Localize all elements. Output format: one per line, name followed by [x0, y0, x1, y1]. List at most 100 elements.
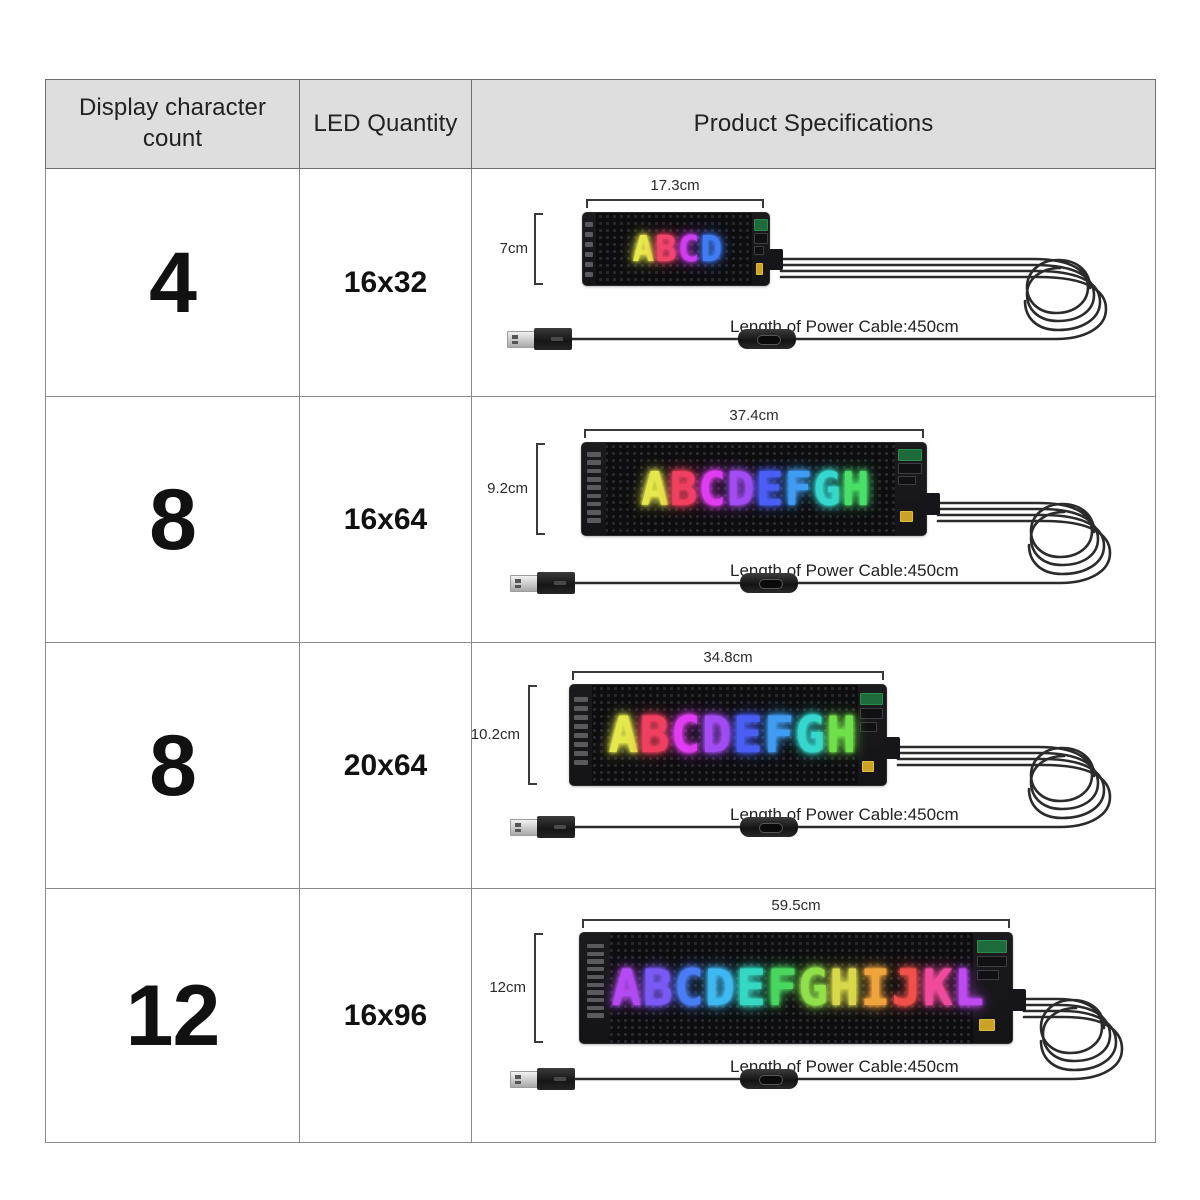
led-character: E	[732, 706, 764, 764]
cell-led-quantity: 16x64	[299, 396, 472, 643]
inline-power-switch[interactable]	[740, 573, 798, 593]
led-character: G	[794, 706, 827, 764]
character-count-value: 12	[125, 967, 221, 1064]
column-header-display-character-count: Display character count	[45, 79, 300, 169]
product-specification-table: Display character count LED Quantity Pro…	[45, 79, 1156, 1143]
inline-power-switch[interactable]	[738, 329, 796, 349]
led-display-board: ABCD	[583, 213, 769, 285]
character-count-value: 8	[149, 717, 197, 814]
cell-led-quantity: 16x96	[299, 888, 472, 1143]
led-character: F	[767, 959, 799, 1017]
led-character: K	[922, 959, 954, 1017]
board-right-edge	[895, 443, 926, 535]
usb-plug-body	[534, 328, 572, 350]
led-character: C	[698, 462, 728, 516]
product-illustration: 17.3cm 7cm A B C D Length of Power Cable…	[473, 170, 1155, 396]
led-character: D	[704, 959, 736, 1017]
usb-connector	[507, 328, 572, 350]
led-character: F	[763, 706, 795, 764]
board-power-connector	[1008, 989, 1026, 1011]
led-quantity-value: 20x64	[343, 748, 428, 782]
led-character: B	[639, 706, 671, 764]
board-power-connector	[922, 493, 940, 515]
board-power-connector	[882, 737, 900, 759]
usb-metal-tip	[510, 818, 538, 836]
led-character: J	[891, 959, 923, 1017]
usb-metal-tip	[510, 1070, 538, 1088]
board-left-edge	[580, 933, 611, 1043]
usb-connector	[510, 572, 575, 594]
inline-power-switch[interactable]	[740, 1069, 798, 1089]
led-character: C	[677, 228, 701, 270]
product-illustration: 59.5cm 12cm A B C D E F G H I J K L Leng…	[473, 890, 1155, 1142]
cell-character-count: 8	[45, 642, 300, 889]
led-character: F	[784, 462, 814, 516]
led-character: A	[632, 228, 656, 270]
led-character: E	[735, 959, 768, 1017]
cell-product-specification: 37.4cm 9.2cm A B C D E F G H Length of P…	[471, 396, 1156, 643]
cell-product-specification: 34.8cm 10.2cm A B C D E F G H Length of …	[471, 642, 1156, 889]
character-count-value: 4	[149, 234, 197, 331]
led-character: B	[669, 462, 699, 516]
led-display-text: ABCDEFGH	[623, 443, 888, 535]
cell-led-quantity: 16x32	[299, 168, 472, 397]
table-row: 12 16x96 59.5cm 12cm A B C D E F G H I J…	[45, 888, 1156, 1143]
led-display-board: ABCDEFGH	[582, 443, 926, 535]
led-character: H	[826, 706, 858, 764]
inline-power-switch[interactable]	[740, 817, 798, 837]
usb-plug-body	[537, 816, 575, 838]
product-illustration: 37.4cm 9.2cm A B C D E F G H Length of P…	[473, 398, 1155, 642]
led-display-board: ABCDEFGHIJKL	[580, 933, 1012, 1043]
cell-character-count: 8	[45, 396, 300, 643]
led-character: B	[655, 228, 678, 270]
board-left-edge	[570, 685, 593, 785]
cell-product-specification: 17.3cm 7cm A B C D Length of Power Cable…	[471, 168, 1156, 397]
led-quantity-value: 16x96	[343, 998, 428, 1032]
led-quantity-value: 16x64	[343, 502, 428, 536]
led-character: D	[727, 462, 756, 516]
column-header-product-specifications: Product Specifications	[471, 79, 1156, 169]
led-character: E	[755, 462, 785, 516]
led-character: A	[608, 706, 640, 764]
board-left-edge	[583, 213, 597, 285]
character-count-value: 8	[149, 471, 197, 568]
led-character: B	[642, 959, 674, 1017]
led-quantity-value: 16x32	[343, 265, 428, 299]
board-left-edge	[582, 443, 607, 535]
led-character: H	[841, 462, 871, 516]
column-header-label: Product Specifications	[693, 109, 934, 137]
column-header-label: Display character count	[78, 94, 267, 152]
table-row: 4 16x32 17.3cm 7cm A B C D Length of Pow…	[45, 168, 1156, 397]
usb-metal-tip	[507, 330, 535, 348]
usb-plug-body	[537, 1068, 575, 1090]
column-header-led-quantity: LED Quantity	[299, 79, 472, 169]
led-character: L	[953, 959, 985, 1017]
led-display-board: ABCDEFGH	[570, 685, 886, 785]
led-character: G	[798, 959, 830, 1017]
usb-connector	[510, 1068, 575, 1090]
cell-character-count: 4	[45, 168, 300, 397]
led-display-text: ABCD	[609, 213, 747, 285]
led-character: I	[860, 959, 892, 1017]
cell-product-specification: 59.5cm 12cm A B C D E F G H I J K L Leng…	[471, 888, 1156, 1143]
column-header-label: LED Quantity	[313, 109, 458, 137]
led-character: D	[701, 706, 733, 764]
board-right-edge	[857, 685, 886, 785]
usb-plug-body	[537, 572, 575, 594]
led-character: C	[670, 706, 702, 764]
led-character: A	[611, 959, 643, 1017]
led-display-text: ABCDEFGH	[608, 685, 858, 785]
board-power-connector	[765, 249, 783, 270]
led-character: A	[640, 462, 670, 516]
table-body: 4 16x32 17.3cm 7cm A B C D Length of Pow…	[45, 168, 1156, 1143]
product-spec-page: Display character count LED Quantity Pro…	[0, 0, 1200, 1200]
table-header-row: Display character count LED Quantity Pro…	[45, 79, 1156, 169]
usb-metal-tip	[510, 574, 538, 592]
table-header: Display character count LED Quantity Pro…	[45, 79, 1156, 169]
cell-character-count: 12	[45, 888, 300, 1143]
table-row: 8 16x64 37.4cm 9.2cm A B C D E F G H Len…	[45, 396, 1156, 643]
product-illustration: 34.8cm 10.2cm A B C D E F G H Length of …	[473, 644, 1155, 888]
led-character: C	[673, 959, 705, 1017]
table-row: 8 20x64 34.8cm 10.2cm A B C D E F G H Le…	[45, 642, 1156, 889]
led-display-text: ABCDEFGHIJKL	[612, 933, 984, 1043]
